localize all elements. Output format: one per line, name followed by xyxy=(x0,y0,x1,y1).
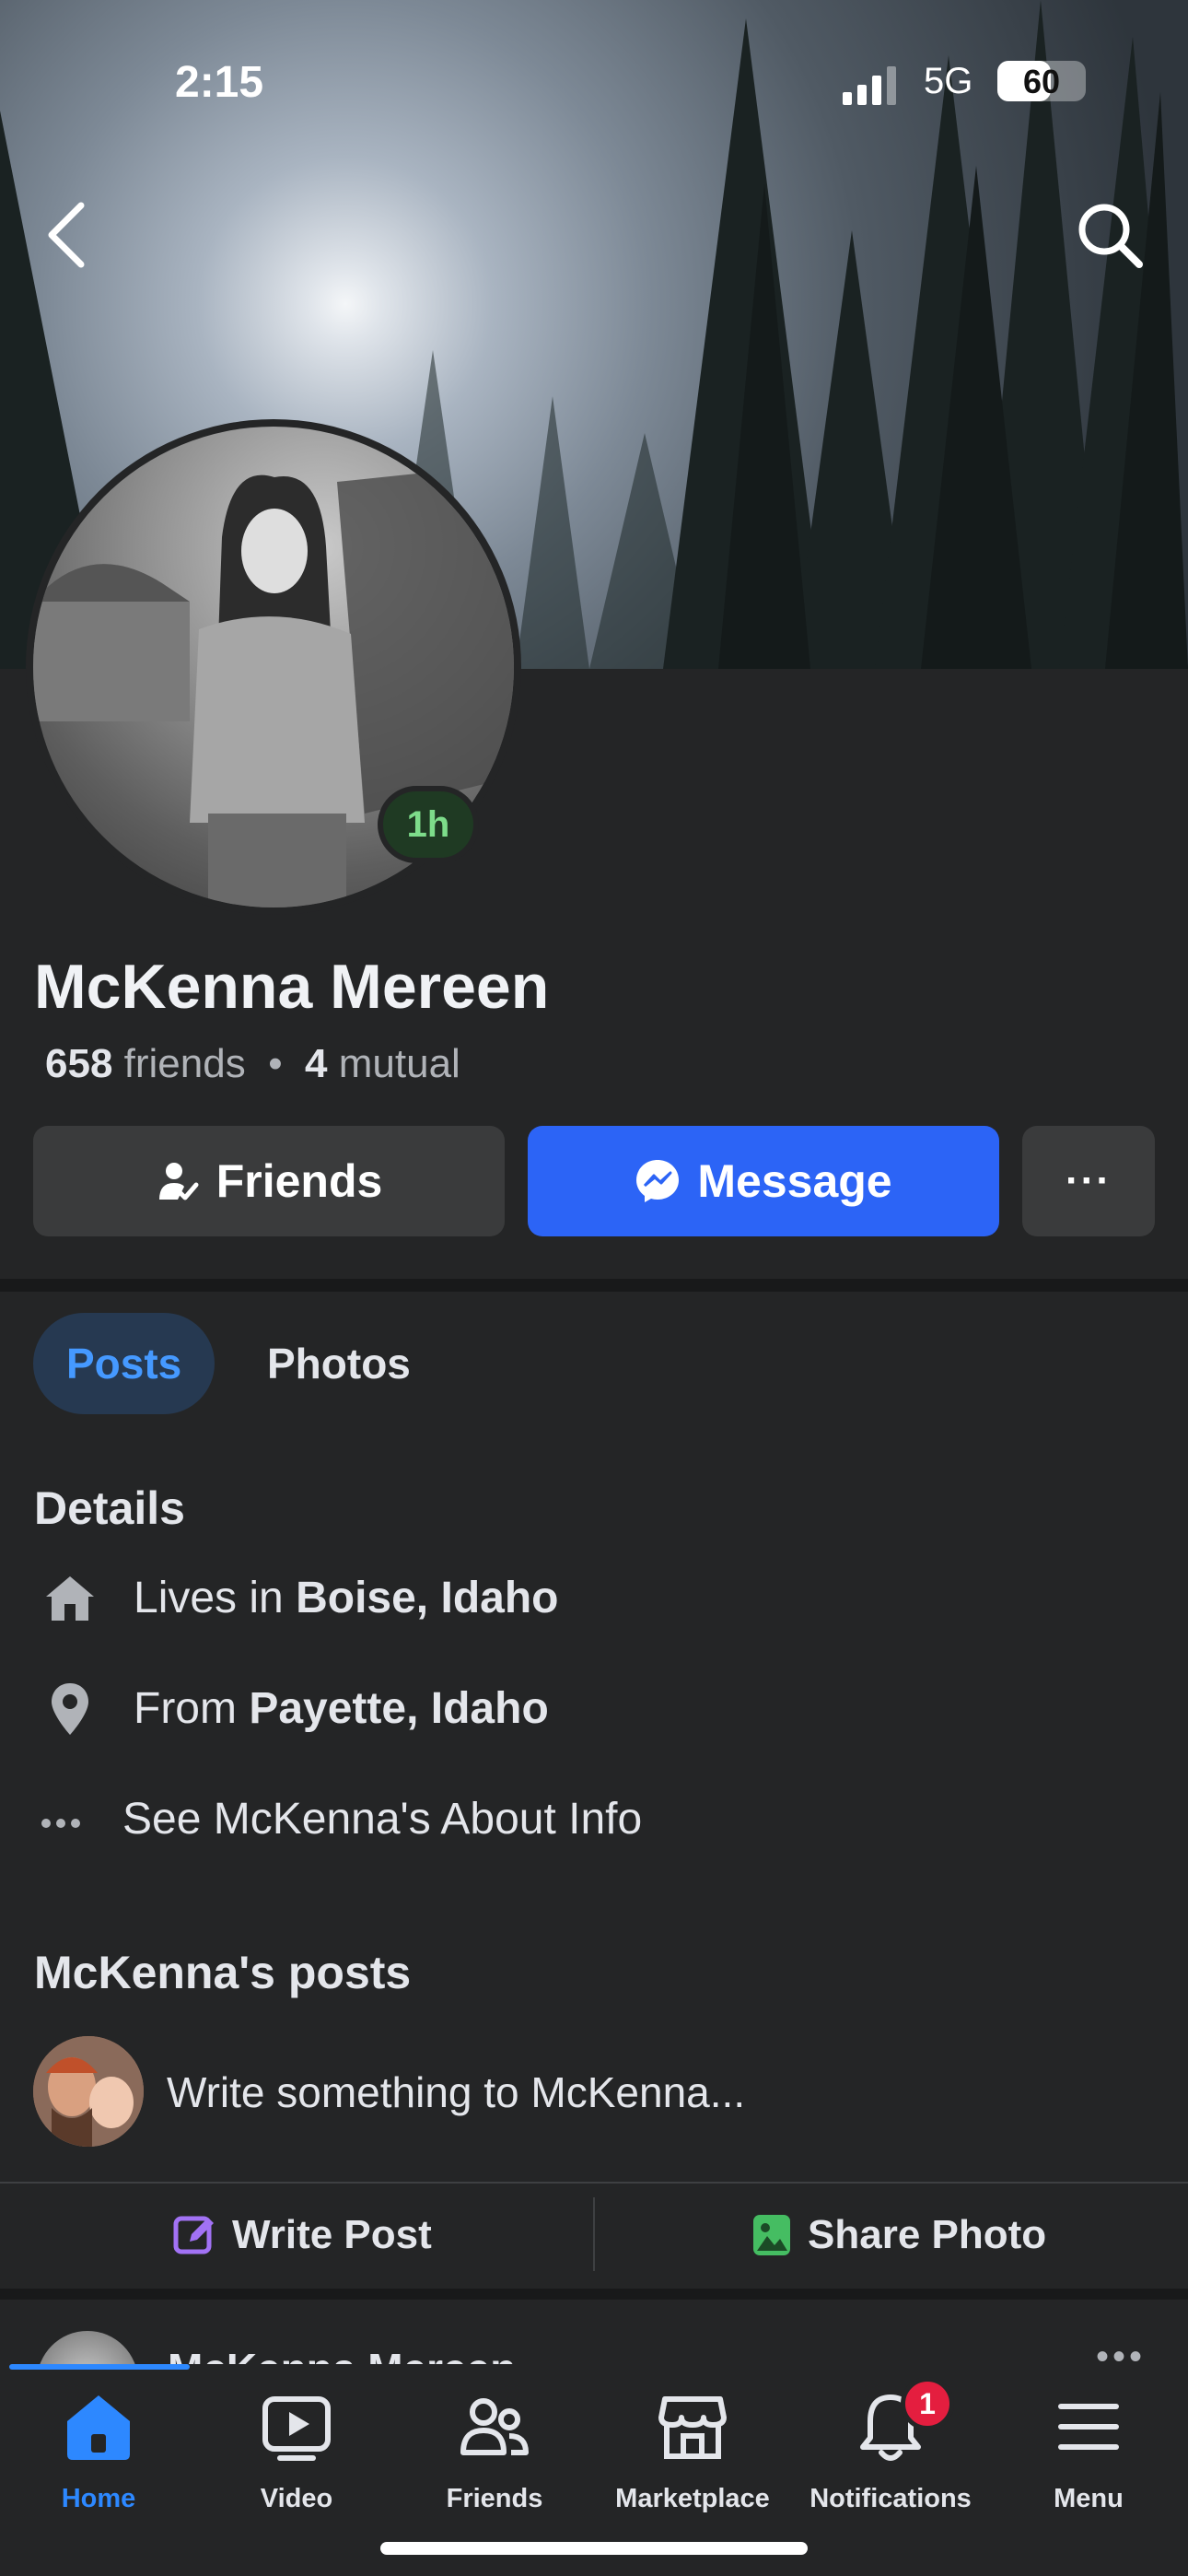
more-icon: ··· xyxy=(1066,1158,1112,1203)
write-post-label: Write Post xyxy=(232,2212,432,2257)
friends-button[interactable]: Friends xyxy=(33,1126,505,1236)
see-about-info[interactable]: See McKenna's About Info xyxy=(0,1783,1188,1856)
separator-dot: • xyxy=(268,1041,283,1086)
post-preview[interactable]: McKenna Mereen ••• xyxy=(0,2300,1188,2364)
tab-posts[interactable]: Posts xyxy=(33,1313,215,1414)
nav-home-label: Home xyxy=(61,2484,136,2513)
nav-video-label: Video xyxy=(260,2484,333,2513)
post-author-name: McKenna Mereen xyxy=(168,2344,516,2364)
nav-marketplace-label: Marketplace xyxy=(615,2484,770,2513)
nav-friends[interactable]: Friends xyxy=(396,2390,593,2528)
search-icon[interactable] xyxy=(1073,198,1147,272)
nav-video[interactable]: Video xyxy=(198,2390,395,2528)
nav-home[interactable]: Home xyxy=(0,2390,197,2528)
posts-title: McKenna's posts xyxy=(34,1947,412,1998)
edit-icon xyxy=(173,2216,214,2254)
nav-marketplace[interactable]: Marketplace xyxy=(594,2390,791,2528)
video-icon xyxy=(262,2396,331,2461)
marketplace-icon xyxy=(658,2396,727,2459)
tab-photos[interactable]: Photos xyxy=(234,1313,444,1414)
post-author-avatar xyxy=(37,2331,138,2364)
lives-value[interactable]: Boise, Idaho xyxy=(296,1574,558,1622)
status-bar: 2:15 5G 60 xyxy=(0,57,1188,112)
nav-notifications-label: Notifications xyxy=(809,2484,972,2513)
notification-badge: 1 xyxy=(901,2377,954,2430)
messenger-icon xyxy=(636,1160,680,1202)
status-time: 2:15 xyxy=(175,58,264,107)
battery-indicator: 60 xyxy=(997,61,1086,101)
from-value[interactable]: Payette, Idaho xyxy=(249,1684,548,1733)
post-options-icon[interactable]: ••• xyxy=(1096,2336,1146,2364)
friends-icon xyxy=(460,2398,529,2455)
lives-prefix: Lives in xyxy=(134,1574,297,1622)
about-info-label: See McKenna's About Info xyxy=(122,1795,643,1844)
user-avatar-photo xyxy=(33,2036,144,2147)
friends-count: 658 xyxy=(45,1041,113,1086)
more-dots-icon xyxy=(41,1819,80,1828)
share-photo-button[interactable]: Share Photo xyxy=(752,2202,1046,2268)
mutual-count: 4 xyxy=(305,1041,328,1086)
profile-name: McKenna Mereen xyxy=(34,952,550,1022)
more-options-button[interactable]: ··· xyxy=(1022,1126,1155,1236)
active-tab-indicator xyxy=(9,2364,190,2370)
home-icon xyxy=(67,2395,130,2460)
action-separator xyxy=(593,2197,595,2271)
nav-notifications[interactable]: 1 Notifications xyxy=(792,2377,989,2528)
post-composer-input[interactable]: Write something to McKenna... xyxy=(167,2067,745,2117)
friends-check-icon xyxy=(158,1163,199,1200)
message-button-label: Message xyxy=(697,1155,892,1207)
location-pin-icon xyxy=(52,1683,88,1735)
detail-lives-in: Lives in Boise, Idaho xyxy=(0,1562,1188,1635)
battery-percent: 60 xyxy=(1022,63,1061,100)
story-badge[interactable]: 1h xyxy=(378,786,479,863)
friends-label: friends xyxy=(123,1041,246,1086)
photo-icon xyxy=(753,2215,790,2255)
back-arrow-icon[interactable] xyxy=(35,198,99,272)
home-indicator[interactable] xyxy=(380,2542,808,2555)
composer-divider xyxy=(0,2182,1188,2184)
nav-menu[interactable]: Menu xyxy=(990,2390,1187,2528)
friends-button-label: Friends xyxy=(215,1155,383,1207)
user-avatar[interactable] xyxy=(33,2036,144,2147)
home-icon xyxy=(46,1576,94,1621)
from-prefix: From xyxy=(134,1684,250,1733)
share-photo-label: Share Photo xyxy=(808,2212,1047,2257)
network-type: 5G xyxy=(924,61,973,101)
message-button[interactable]: Message xyxy=(528,1126,999,1236)
menu-icon xyxy=(1058,2404,1119,2450)
signal-icon xyxy=(843,66,896,105)
section-divider-2 xyxy=(0,2289,1188,2300)
mutual-label: mutual xyxy=(338,1041,460,1086)
detail-from: From Payette, Idaho xyxy=(0,1672,1188,1746)
section-divider xyxy=(0,1279,1188,1292)
friends-summary[interactable]: 658 friends • 4 mutual xyxy=(45,1041,460,1087)
details-title: Details xyxy=(34,1482,185,1534)
write-post-button[interactable]: Write Post xyxy=(173,2202,432,2268)
nav-friends-label: Friends xyxy=(446,2484,543,2513)
nav-menu-label: Menu xyxy=(1054,2484,1124,2513)
